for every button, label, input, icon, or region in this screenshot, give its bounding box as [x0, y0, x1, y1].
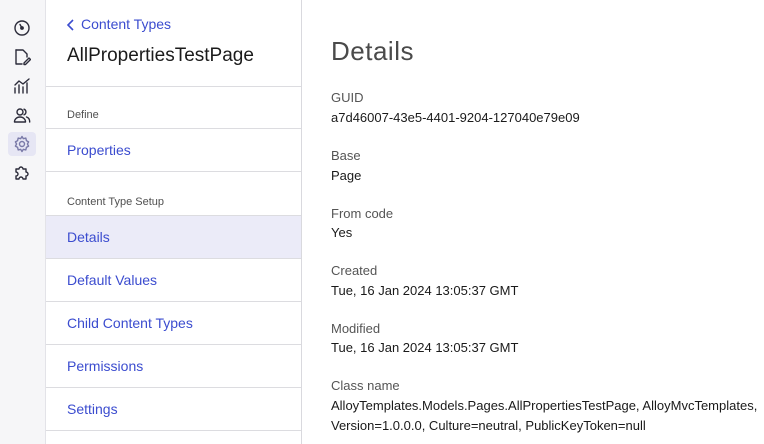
guid-label: GUID: [331, 90, 364, 105]
from-code-value: Yes: [331, 225, 353, 240]
settings-button[interactable]: [8, 132, 36, 156]
global-nav-rail: [0, 0, 46, 444]
content-type-title: AllPropertiesTestPage: [67, 45, 254, 66]
users-button[interactable]: [8, 103, 36, 127]
divider: [46, 86, 301, 87]
edit-icon: [15, 49, 31, 66]
reports-button[interactable]: [8, 74, 36, 98]
users-icon: [13, 108, 31, 123]
nav-item-default-values[interactable]: Default Values: [46, 259, 301, 302]
base-value: Page: [331, 168, 362, 183]
from-code-label: From code: [331, 206, 394, 221]
section-label-setup: Content Type Setup: [67, 196, 165, 208]
addons-icon: [15, 166, 29, 180]
class-name-value-line-1: AlloyTemplates.Models.Pages.AllPropertie…: [331, 398, 758, 413]
content-type-panel: Content Types AllPropertiesTestPage Defi…: [46, 0, 302, 444]
nav-item-settings[interactable]: Settings: [46, 388, 301, 431]
dashboard-button[interactable]: [8, 16, 36, 40]
nav-item-permissions[interactable]: Permissions: [46, 345, 301, 388]
back-to-content-types-link[interactable]: Content Types: [66, 16, 171, 32]
section-label-define: Define: [67, 109, 99, 121]
nav-item-properties[interactable]: Properties: [46, 129, 301, 172]
dashboard-icon: [14, 20, 30, 36]
chevron-left-icon: [66, 18, 76, 31]
addons-button[interactable]: [8, 161, 36, 185]
class-name-label: Class name: [331, 378, 400, 393]
modified-label: Modified: [331, 321, 381, 336]
details-view: Details GUID a7d46007-43e5-4401-9204-127…: [302, 0, 764, 444]
back-link-label: Content Types: [81, 16, 172, 32]
modified-value: Tue, 16 Jan 2024 13:05:37 GMT: [331, 340, 519, 355]
settings-icon: [14, 135, 30, 153]
created-label: Created: [331, 263, 378, 278]
page-title: Details: [331, 36, 414, 66]
nav-item-details[interactable]: Details: [46, 216, 301, 259]
class-name-value-line-2: Version=1.0.0.0, Culture=neutral, Public…: [331, 418, 646, 433]
edit-button[interactable]: [8, 45, 36, 69]
guid-value: a7d46007-43e5-4401-9204-127040e79e09: [331, 110, 580, 125]
created-value: Tue, 16 Jan 2024 13:05:37 GMT: [331, 283, 519, 298]
nav-item-child-content-types[interactable]: Child Content Types: [46, 302, 301, 345]
reports-icon: [14, 78, 30, 94]
base-label: Base: [331, 148, 361, 163]
